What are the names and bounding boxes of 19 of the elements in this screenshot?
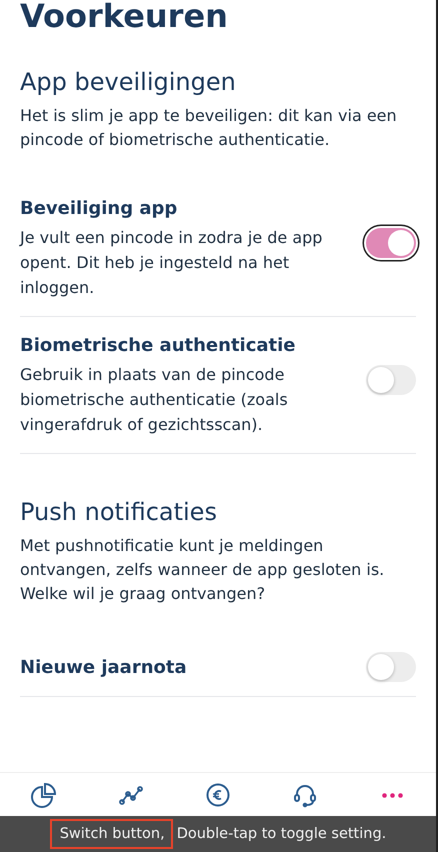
more-icon <box>382 792 403 798</box>
pie-chart-icon <box>30 782 57 808</box>
setting-description: Je vult een pincode in zodra je de app opent. Dit heb je ingesteld na het inloggen. <box>20 227 324 299</box>
toggle-switch[interactable] <box>366 652 416 682</box>
section-intro: Het is slim je app te beveiligen: dit kan via een pincode of biometrische authenticatie. <box>20 105 398 151</box>
setting-title: Biometrische authenticatie <box>20 335 297 356</box>
setting-title: Beveiliging app <box>20 198 178 219</box>
focused-caption-text: Switch button, <box>50 819 173 849</box>
toggle-switch[interactable] <box>366 365 416 395</box>
caption-text: Double-tap to toggle setting. <box>176 826 386 842</box>
setting-title: Nieuwe jaarnota <box>20 656 188 678</box>
headset-icon <box>292 782 318 808</box>
toggle-switch[interactable] <box>366 228 416 258</box>
section-heading: App beveiligingen <box>20 68 237 96</box>
euro-icon <box>204 782 231 808</box>
page-title: Voorkeuren <box>20 0 229 37</box>
section-intro: Met pushnotificatie kunt je meldingen ontvangen, zelfs wanneer de app gesloten is. Welke wil je graag ontvangen? <box>20 535 386 605</box>
setting-description: Gebruik in plaats van de pincode biometrische authenticatie (zoals vingerafdruk of gezichtsscan). <box>20 364 289 436</box>
section-heading: Push notificaties <box>20 498 218 526</box>
